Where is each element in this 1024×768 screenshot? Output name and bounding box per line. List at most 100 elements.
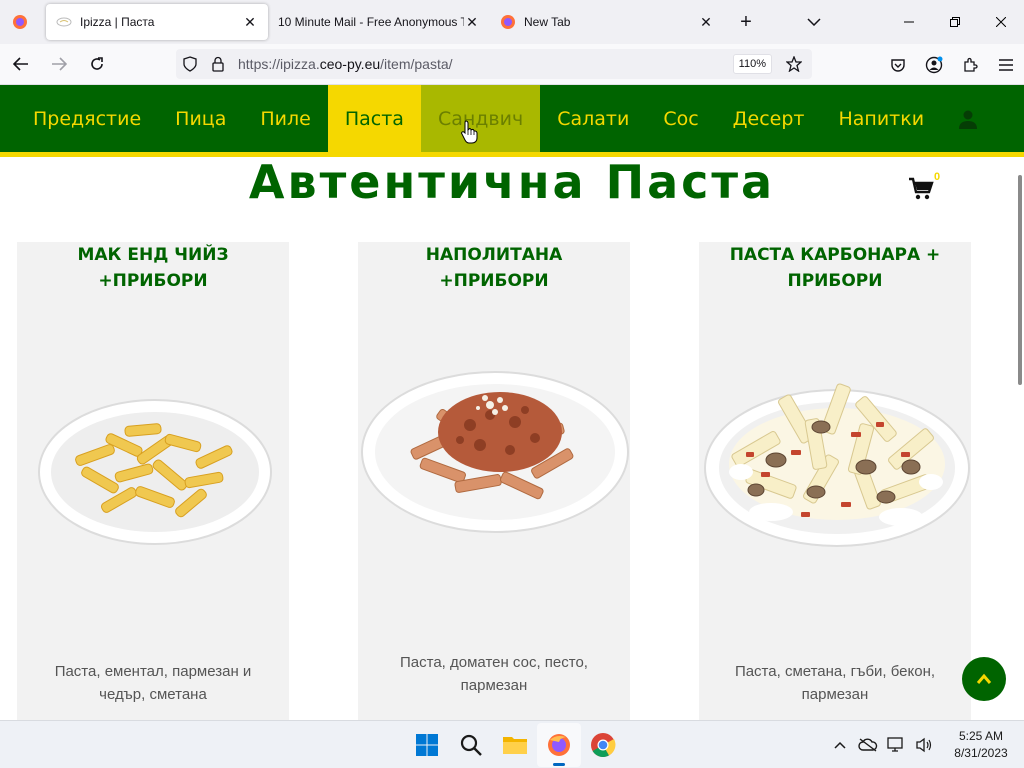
file-explorer-button[interactable]: [493, 723, 537, 767]
close-window-button[interactable]: [978, 0, 1024, 44]
tab-title: Ipizza | Паста: [80, 15, 155, 29]
product-description: Паста, ементал, пармезан и чедър, сметан…: [54, 663, 252, 703]
minimize-button[interactable]: [886, 0, 932, 44]
product-card[interactable]: НАПОЛИТАНА +ПРИБОРИ Паста, доматен сос, …: [358, 242, 630, 720]
lock-icon[interactable]: [204, 49, 232, 79]
tracking-protection-icon[interactable]: [176, 49, 204, 79]
menu-item-sauce[interactable]: Сос: [646, 85, 715, 152]
app-menu-button[interactable]: [988, 49, 1024, 81]
product-title[interactable]: НАПОЛИТАНА +ПРИБОРИ: [358, 242, 630, 294]
pocket-button[interactable]: [880, 49, 916, 81]
page-heading: Автентична Паста: [248, 155, 776, 209]
clock-date: 8/31/2023: [954, 746, 1008, 760]
menu-item-pasta[interactable]: Паста: [327, 85, 421, 152]
chrome-taskbar-button[interactable]: [581, 723, 625, 767]
product-description: Паста, доматен сос, песто, пармезан: [400, 654, 588, 694]
reload-icon: [91, 57, 103, 70]
firefox-icon: [13, 15, 27, 29]
cart-button[interactable]: 0: [908, 171, 940, 206]
product-card[interactable]: ПАСТА КАРБОНАРА + ПРИБОРИ Паста, сметана…: [699, 242, 971, 720]
show-hidden-icons-button[interactable]: [826, 725, 854, 765]
windows-logo-icon: [416, 734, 438, 756]
menu-item-dessert[interactable]: Десерт: [716, 85, 822, 152]
hand-cursor-icon: [461, 120, 478, 144]
tab-title: New Tab: [524, 15, 571, 29]
back-button[interactable]: [4, 48, 38, 80]
mac-and-cheese-image[interactable]: [35, 390, 275, 550]
url-path: /item/pasta/: [380, 56, 453, 72]
product-title[interactable]: МАК ЕНД ЧИЙЗ +ПРИБОРИ: [17, 242, 289, 294]
tab-10minutemail[interactable]: 10 Minute Mail - Free Anonymous Temporar…: [268, 4, 490, 40]
pocket-icon: [891, 58, 905, 72]
firefox-icon: [548, 734, 570, 756]
chevron-down-icon: [807, 18, 821, 26]
zoom-indicator[interactable]: 110%: [732, 54, 772, 74]
puzzle-icon: [964, 57, 978, 72]
tab-ipizza[interactable]: Ipizza | Паста ✕: [46, 4, 268, 40]
hamburger-icon: [999, 58, 1013, 71]
scroll-to-top-button[interactable]: [962, 657, 1006, 701]
menu-item-sandwich[interactable]: Сандвич: [420, 85, 541, 152]
account-button[interactable]: [916, 49, 952, 81]
url-prefix: https://ipizza.: [238, 56, 320, 72]
napolitana-pasta-image[interactable]: [360, 370, 630, 534]
system-tray: 5:25 AM 8/31/2023: [826, 721, 1024, 768]
web-page: Предястие Пица Пиле Паста Сандвич Салати…: [0, 85, 1024, 720]
reload-button[interactable]: [80, 48, 114, 80]
folder-icon: [503, 737, 527, 754]
back-arrow-icon: [13, 57, 28, 71]
restore-button[interactable]: [932, 0, 978, 44]
extensions-button[interactable]: [952, 49, 988, 81]
chevron-up-icon: [976, 673, 992, 684]
close-tab-icon[interactable]: ✕: [698, 14, 714, 30]
forward-arrow-icon: [52, 57, 67, 71]
menu-item-chicken[interactable]: Пиле: [243, 85, 327, 152]
taskbar-apps: [405, 721, 625, 768]
search-button[interactable]: [449, 723, 493, 767]
menu-item-salads[interactable]: Салати: [540, 85, 646, 152]
product-title[interactable]: ПАСТА КАРБОНАРА + ПРИБОРИ: [699, 242, 971, 294]
tab-newtab[interactable]: New Tab ✕: [490, 4, 724, 40]
firefox-view-button[interactable]: [0, 0, 40, 44]
volume-icon[interactable]: [910, 725, 938, 765]
bookmark-star-icon[interactable]: [780, 49, 808, 79]
pasta-favicon: [56, 14, 72, 30]
user-icon: [959, 110, 978, 129]
page-scrollbar[interactable]: [1018, 175, 1022, 385]
forward-button[interactable]: [42, 48, 76, 80]
chrome-icon: [591, 733, 616, 758]
list-all-tabs-button[interactable]: [796, 4, 832, 40]
chevron-up-icon: [834, 741, 846, 749]
user-button[interactable]: [941, 85, 995, 152]
firefox-taskbar-button[interactable]: [537, 723, 581, 767]
start-button[interactable]: [405, 723, 449, 767]
close-tab-icon[interactable]: ✕: [464, 14, 480, 30]
menu-item-pizza[interactable]: Пица: [158, 85, 243, 152]
carbonara-pasta-image[interactable]: [701, 372, 973, 552]
onedrive-icon[interactable]: [854, 725, 882, 765]
product-card[interactable]: МАК ЕНД ЧИЙЗ +ПРИБОРИ Паста, ементал, па…: [17, 242, 289, 720]
account-icon: [925, 56, 943, 73]
product-description: Паста, сметана, гъби, бекон, пармезан: [734, 663, 936, 703]
url-domain: ceo-py.eu: [319, 56, 381, 72]
clock-time: 5:25 AM: [958, 729, 1004, 743]
site-menu: Предястие Пица Пиле Паста Сандвич Салати…: [0, 85, 1024, 157]
clock[interactable]: 5:25 AM 8/31/2023: [942, 728, 1020, 762]
address-bar[interactable]: https://ipizza.ceo-py.eu/item/pasta/ 110…: [176, 49, 812, 79]
shopping-cart-icon: [909, 177, 934, 200]
search-icon: [460, 734, 482, 756]
url-text[interactable]: https://ipizza.ceo-py.eu/item/pasta/: [238, 56, 733, 72]
cart-count: 0: [934, 171, 941, 183]
window-controls: [886, 0, 1024, 44]
menu-item-appetizers[interactable]: Предястие: [16, 85, 158, 152]
windows-taskbar: 5:25 AM 8/31/2023: [0, 720, 1024, 768]
network-icon[interactable]: [882, 725, 910, 765]
close-tab-icon[interactable]: ✕: [242, 14, 258, 30]
browser-tab-bar: Ipizza | Паста ✕ 10 Minute Mail - Free A…: [0, 0, 1024, 44]
firefox-icon: [500, 14, 516, 30]
new-tab-button[interactable]: +: [728, 4, 764, 40]
toolbar-right: [880, 44, 1024, 85]
active-indicator: [553, 763, 565, 766]
browser-nav-bar: https://ipizza.ceo-py.eu/item/pasta/ 110…: [0, 44, 1024, 85]
menu-item-drinks[interactable]: Напитки: [821, 85, 941, 152]
